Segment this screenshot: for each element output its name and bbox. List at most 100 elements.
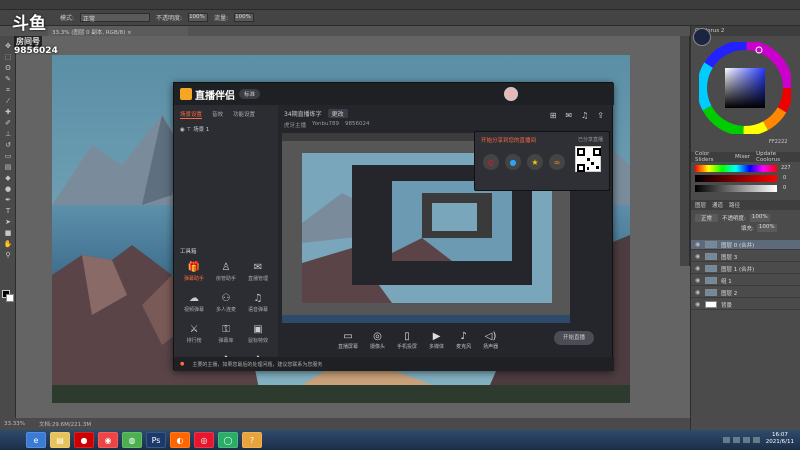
marquee-icon[interactable]: ⬚ (3, 53, 13, 62)
app-badge[interactable]: 标准 (239, 89, 261, 99)
tab-paths[interactable]: 路径 (729, 201, 740, 209)
tab-audio[interactable]: 音效 (212, 110, 223, 119)
tab-scenes[interactable]: 场景设置 (180, 110, 203, 119)
status-zoom[interactable]: 33.33% (4, 421, 25, 427)
source-item[interactable]: ◁) 扬声器 (483, 331, 498, 350)
crop-icon[interactable]: ⌗ (3, 86, 13, 95)
help-icon[interactable]: ? (242, 432, 262, 448)
weibo-icon[interactable]: ◎ (483, 154, 499, 170)
link-icon[interactable]: ∞ (549, 154, 565, 170)
green-value[interactable]: 0 (783, 175, 786, 181)
pen-icon[interactable]: ✒ (3, 196, 13, 205)
layer-opacity[interactable]: 100% (749, 214, 770, 222)
folder-icon[interactable]: ▤ (50, 432, 70, 448)
tool-item[interactable]: ♙ 房管助手 (210, 263, 242, 283)
document-tab[interactable]: 33.3% (图层 0 副本, RGB/8) × (48, 26, 188, 36)
red-value[interactable]: 227 (781, 165, 791, 171)
source-item[interactable]: ▯ 手机投屏 (397, 331, 417, 350)
layer-row[interactable]: ◉ 图层 2 (691, 288, 800, 298)
source-item[interactable]: ♪ 麦克风 (456, 331, 471, 350)
layer-row[interactable]: ◉ 图层 3 (691, 252, 800, 262)
tray-icon[interactable] (733, 437, 740, 443)
move-icon[interactable]: ✥ (3, 42, 13, 51)
tray-icon[interactable] (753, 437, 760, 443)
tool-item[interactable]: ♫ 语音弹幕 (242, 294, 274, 314)
tray-icon[interactable] (723, 437, 730, 443)
gradient-icon[interactable]: ▤ (3, 163, 13, 172)
blue-value[interactable]: 0 (783, 185, 786, 191)
tool-item[interactable]: ☁ 视频弹幕 (178, 294, 210, 314)
stamp-icon[interactable]: ⊥ (3, 130, 13, 139)
zoom-icon[interactable]: ⚲ (3, 251, 13, 260)
gift-icon[interactable]: ⊞ (550, 111, 557, 120)
tab-update[interactable]: Update Coolorus (756, 151, 800, 163)
eye-icon[interactable]: ◉ (695, 290, 701, 296)
music-icon[interactable]: ◉ (98, 432, 118, 448)
eye-icon[interactable]: ◉ (695, 302, 701, 308)
scene-item[interactable]: ◉ ⊤ 场景 1 (180, 125, 209, 133)
layer-row[interactable]: ◉ 图层 1 (合并) (691, 264, 800, 274)
tool-item[interactable]: ✉ 直播管理 (242, 263, 274, 283)
healing-icon[interactable]: ✚ (3, 108, 13, 117)
opacity-select[interactable]: 100% (188, 13, 209, 22)
mail-icon[interactable]: ✉ (565, 111, 572, 120)
eraser-icon[interactable]: ▭ (3, 152, 13, 161)
tab-color-sliders[interactable]: Color Sliders (695, 151, 729, 163)
fill-value[interactable]: 100% (756, 224, 777, 232)
color-wheel[interactable] (699, 42, 791, 134)
dodge-icon[interactable]: ● (3, 185, 13, 194)
douyu-icon[interactable]: ◐ (170, 432, 190, 448)
blue-slider[interactable] (695, 185, 777, 192)
tab-channels[interactable]: 通道 (712, 201, 723, 209)
eye-icon[interactable]: ◉ (695, 254, 701, 260)
lasso-icon[interactable]: ʘ (3, 64, 13, 73)
room-edit-button[interactable]: 更改 (327, 109, 348, 118)
chrome-icon[interactable]: ◍ (122, 432, 142, 448)
green-slider[interactable] (695, 175, 777, 182)
netease-music-icon[interactable]: ● (74, 432, 94, 448)
start-live-button[interactable]: 开始直播 (554, 331, 594, 345)
hex-value[interactable]: FF2222 (769, 139, 787, 145)
eye-icon[interactable]: ◉ (695, 278, 701, 284)
red-slider[interactable] (695, 165, 777, 172)
blur-icon[interactable]: ◆ (3, 174, 13, 183)
tool-item[interactable]: ▣ 鼠标特效 (242, 325, 274, 345)
share-icon[interactable]: ⇪ (597, 111, 604, 120)
shape-icon[interactable]: ■ (3, 229, 13, 238)
qzone-icon[interactable]: ★ (527, 154, 543, 170)
path-select-icon[interactable]: ➤ (3, 218, 13, 227)
brush-icon[interactable]: ✐ (3, 119, 13, 128)
tool-item[interactable]: ⚇ 多人连麦 (210, 294, 242, 314)
tool-item[interactable]: ⚔ 排行榜 (178, 325, 210, 345)
type-icon[interactable]: T (3, 207, 13, 216)
eye-icon[interactable]: ◉ (695, 242, 701, 248)
source-item[interactable]: ▭ 直播屏幕 (338, 331, 358, 350)
blend-mode-select[interactable]: 正常 (695, 214, 719, 222)
hand-icon[interactable]: ✋ (3, 240, 13, 249)
current-color-swatch[interactable] (693, 28, 711, 46)
source-item[interactable]: ◎ 摄像头 (370, 331, 385, 350)
background-color[interactable] (6, 294, 14, 302)
avatar[interactable] (504, 87, 518, 101)
source-item[interactable]: ▶ 多媒体 (429, 331, 444, 350)
eye-icon[interactable]: ◉ (695, 266, 701, 272)
explorer-icon[interactable]: e (26, 432, 46, 448)
tab-layers[interactable]: 图层 (695, 201, 706, 209)
wechat-icon[interactable]: ◯ (218, 432, 238, 448)
mode-select[interactable]: 正常 (80, 13, 151, 23)
flow-select[interactable]: 100% (234, 13, 255, 22)
tool-item[interactable]: 🎁 弹幕助手 (178, 263, 210, 283)
layer-row[interactable]: ◉ 背景 (691, 300, 800, 310)
tab-settings[interactable]: 功能设置 (233, 110, 255, 119)
weibo-icon[interactable]: ◎ (194, 432, 214, 448)
eyedropper-icon[interactable]: ⁄ (3, 97, 13, 106)
qq-icon[interactable]: ● (505, 154, 521, 170)
clock[interactable]: 16:07 2021/6/11 (766, 432, 794, 446)
photoshop-icon[interactable]: Ps (146, 432, 166, 448)
quickselect-icon[interactable]: ✎ (3, 75, 13, 84)
bell-icon[interactable]: ♫ (581, 111, 588, 120)
layer-row[interactable]: ◉ 组 1 (691, 276, 800, 286)
history-brush-icon[interactable]: ↺ (3, 141, 13, 150)
tool-item[interactable]: ⚿ 弹幕库 (210, 325, 242, 345)
tray-icon[interactable] (743, 437, 750, 443)
